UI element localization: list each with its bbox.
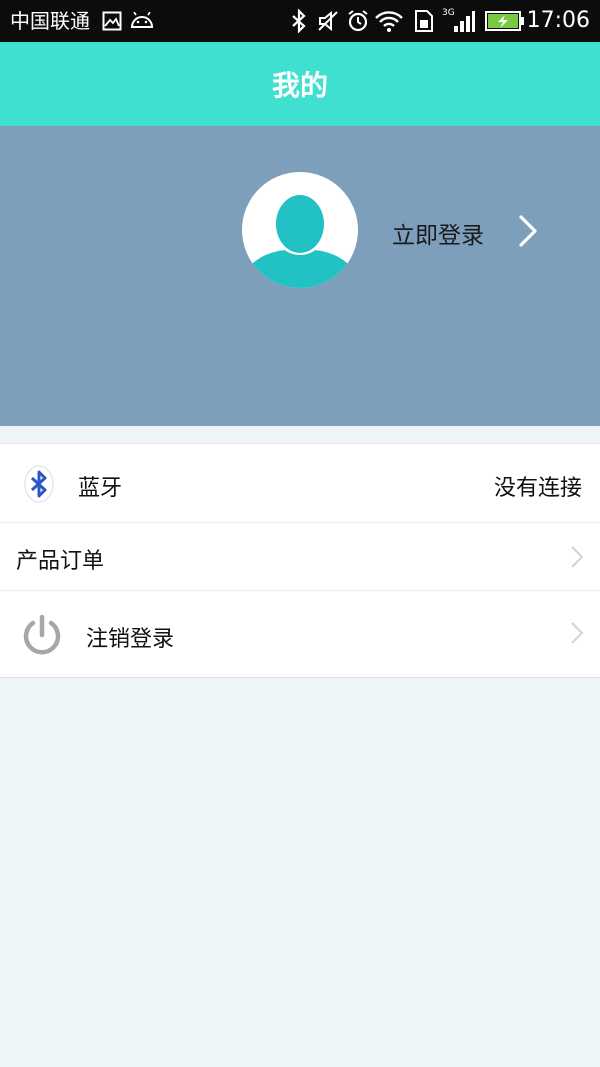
sim-icon	[413, 0, 435, 42]
svg-text:3G: 3G	[442, 8, 455, 18]
bluetooth-status: 没有连接	[493, 476, 582, 501]
login-button[interactable]: 立即登录	[370, 196, 570, 266]
signal-icon: 3G	[442, 0, 476, 42]
settings-menu: 蓝牙 没有连接 产品订单 注销登录	[0, 443, 600, 678]
orders-label: 产品订单	[16, 549, 105, 574]
android-icon	[130, 0, 154, 42]
chevron-right-icon	[516, 213, 540, 253]
alarm-icon	[346, 0, 370, 42]
menu-item-bluetooth[interactable]: 蓝牙 没有连接	[0, 444, 600, 522]
image-icon	[102, 0, 122, 42]
bluetooth-icon	[290, 0, 308, 42]
logout-label: 注销登录	[86, 627, 175, 652]
battery-charging-icon	[485, 0, 525, 42]
title-bar: 我的	[0, 42, 600, 126]
carrier-name: 中国联通	[10, 9, 90, 33]
clock: 17:06	[526, 8, 590, 33]
chevron-right-icon	[570, 545, 584, 573]
chevron-right-icon	[570, 621, 584, 649]
power-icon	[20, 613, 64, 661]
status-bar: 中国联通 3G 17:06	[0, 0, 600, 42]
default-avatar-icon[interactable]	[242, 172, 358, 288]
login-label: 立即登录	[392, 223, 484, 249]
profile-header: 立即登录	[0, 126, 600, 426]
mute-icon	[316, 0, 340, 42]
wifi-icon	[374, 0, 404, 42]
bluetooth-icon	[22, 464, 56, 508]
bluetooth-label: 蓝牙	[78, 476, 123, 501]
menu-item-orders[interactable]: 产品订单	[0, 522, 600, 590]
menu-item-logout[interactable]: 注销登录	[0, 590, 600, 677]
page-title: 我的	[271, 69, 328, 102]
